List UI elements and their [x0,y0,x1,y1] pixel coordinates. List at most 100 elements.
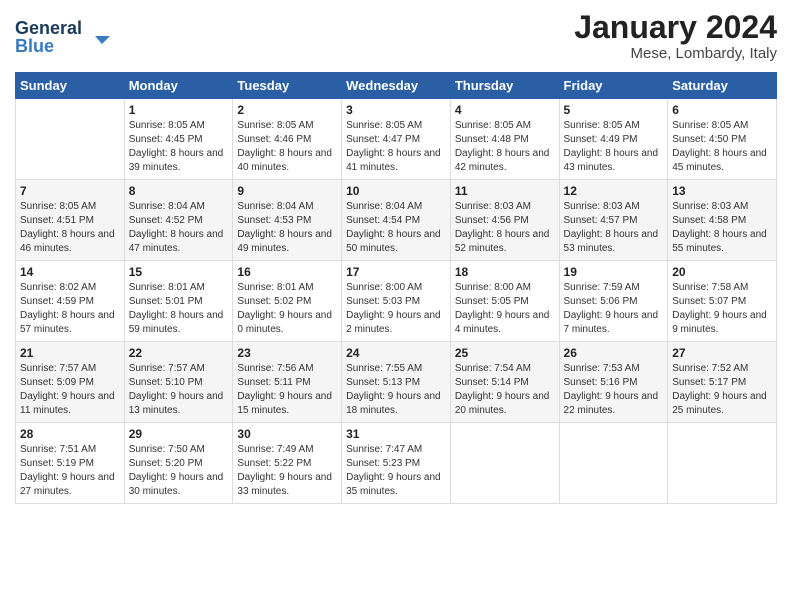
day-number: 18 [455,265,555,279]
calendar-cell-2-0: 14 Sunrise: 8:02 AMSunset: 4:59 PMDayligh… [16,261,125,342]
calendar-cell-0-5: 5Sunrise: 8:05 AMSunset: 4:49 PMDaylight… [559,99,668,180]
day-info: Sunrise: 7:50 AMSunset: 5:20 PMDaylight:… [129,443,229,499]
calendar-cell-1-6: 13 Sunrise: 8:03 AMSunset: 4:58 PMDayligh… [668,180,777,261]
calendar-cell-2-4: 18Sunrise: 8:00 AMSunset: 5:05 PMDayligh… [450,261,559,342]
day-info: Sunrise: 8:05 AMSunset: 4:47 PMDaylight:… [346,119,446,175]
day-number: 20 [672,265,772,279]
svg-text:General: General [15,18,82,38]
logo-text: General Blue [15,14,125,64]
day-info: Sunrise: 7:49 AMSunset: 5:22 PMDaylight:… [237,443,337,499]
day-info: Sunrise: 8:01 AMSunset: 5:01 PMDaylight:… [129,281,229,337]
day-number: 23 [237,346,337,360]
day-number: 14 [20,265,120,279]
day-number: 2 [237,103,337,117]
day-info: Sunrise: 7:55 AMSunset: 5:13 PMDaylight:… [346,362,446,418]
calendar-week-4: 28Sunrise: 7:51 AMSunset: 5:19 PMDayligh… [16,423,777,504]
page-header: General Blue January 2024 Mese, Lombardy… [15,10,777,64]
calendar-cell-1-0: 7 Sunrise: 8:05 AMSunset: 4:51 PMDaylight… [16,180,125,261]
calendar-cell-4-3: 31 Sunrise: 7:47 AMSunset: 5:23 PMDayligh… [342,423,451,504]
day-info: Sunrise: 8:01 AMSunset: 5:02 PMDaylight:… [237,281,337,337]
day-info: Sunrise: 7:57 AMSunset: 5:09 PMDaylight:… [20,362,120,418]
day-info: Sunrise: 8:05 AMSunset: 4:50 PMDaylight:… [672,119,772,175]
calendar-cell-3-0: 21 Sunrise: 7:57 AMSunset: 5:09 PMDayligh… [16,342,125,423]
calendar-week-1: 7 Sunrise: 8:05 AMSunset: 4:51 PMDaylight… [16,180,777,261]
day-info: Sunrise: 8:05 AMSunset: 4:46 PMDaylight:… [237,119,337,175]
day-info: Sunrise: 7:57 AMSunset: 5:10 PMDaylight:… [129,362,229,418]
calendar-cell-2-6: 20Sunrise: 7:58 AMSunset: 5:07 PMDayligh… [668,261,777,342]
header-thursday: Thursday [450,73,559,99]
calendar-week-3: 21 Sunrise: 7:57 AMSunset: 5:09 PMDayligh… [16,342,777,423]
day-info: Sunrise: 8:00 AMSunset: 5:03 PMDaylight:… [346,281,446,337]
calendar-cell-4-2: 30Sunrise: 7:49 AMSunset: 5:22 PMDayligh… [233,423,342,504]
day-info: Sunrise: 7:59 AMSunset: 5:06 PMDaylight:… [564,281,664,337]
day-info: Sunrise: 8:04 AMSunset: 4:54 PMDaylight:… [346,200,446,256]
calendar-cell-3-5: 26 Sunrise: 7:53 AMSunset: 5:16 PMDayligh… [559,342,668,423]
day-info: Sunrise: 7:53 AMSunset: 5:16 PMDaylight:… [564,362,664,418]
header-friday: Friday [559,73,668,99]
calendar-cell-4-0: 28Sunrise: 7:51 AMSunset: 5:19 PMDayligh… [16,423,125,504]
calendar-cell-1-1: 8Sunrise: 8:04 AMSunset: 4:52 PMDaylight… [124,180,233,261]
calendar-week-0: 1Sunrise: 8:05 AMSunset: 4:45 PMDaylight… [16,99,777,180]
day-number: 12 [564,184,664,198]
day-number: 13 [672,184,772,198]
day-number: 17 [346,265,446,279]
day-number: 19 [564,265,664,279]
day-info: Sunrise: 8:02 AMSunset: 4:59 PMDaylight:… [20,281,120,337]
day-number: 6 [672,103,772,117]
day-number: 16 [237,265,337,279]
day-info: Sunrise: 8:04 AMSunset: 4:52 PMDaylight:… [129,200,229,256]
calendar-cell-2-5: 19 Sunrise: 7:59 AMSunset: 5:06 PMDayligh… [559,261,668,342]
day-number: 25 [455,346,555,360]
day-number: 26 [564,346,664,360]
calendar-week-2: 14 Sunrise: 8:02 AMSunset: 4:59 PMDayligh… [16,261,777,342]
calendar-body: 1Sunrise: 8:05 AMSunset: 4:45 PMDaylight… [16,99,777,504]
calendar-cell-2-2: 16 Sunrise: 8:01 AMSunset: 5:02 PMDayligh… [233,261,342,342]
day-number: 21 [20,346,120,360]
calendar-table: Sunday Monday Tuesday Wednesday Thursday… [15,72,777,504]
day-number: 7 [20,184,120,198]
day-number: 31 [346,427,446,441]
day-number: 15 [129,265,229,279]
calendar-cell-0-1: 1Sunrise: 8:05 AMSunset: 4:45 PMDaylight… [124,99,233,180]
day-number: 5 [564,103,664,117]
day-info: Sunrise: 7:54 AMSunset: 5:14 PMDaylight:… [455,362,555,418]
calendar-cell-0-2: 2 Sunrise: 8:05 AMSunset: 4:46 PMDaylight… [233,99,342,180]
day-info: Sunrise: 8:03 AMSunset: 4:58 PMDaylight:… [672,200,772,256]
calendar-header: Sunday Monday Tuesday Wednesday Thursday… [16,73,777,99]
svg-text:Blue: Blue [15,36,54,56]
calendar-cell-3-4: 25 Sunrise: 7:54 AMSunset: 5:14 PMDayligh… [450,342,559,423]
day-info: Sunrise: 7:47 AMSunset: 5:23 PMDaylight:… [346,443,446,499]
calendar-cell-1-4: 11Sunrise: 8:03 AMSunset: 4:56 PMDayligh… [450,180,559,261]
logo: General Blue [15,14,125,64]
header-saturday: Saturday [668,73,777,99]
calendar-cell-3-3: 24Sunrise: 7:55 AMSunset: 5:13 PMDayligh… [342,342,451,423]
calendar-cell-3-1: 22Sunrise: 7:57 AMSunset: 5:10 PMDayligh… [124,342,233,423]
header-row: Sunday Monday Tuesday Wednesday Thursday… [16,73,777,99]
calendar-cell-2-3: 17 Sunrise: 8:00 AMSunset: 5:03 PMDayligh… [342,261,451,342]
day-info: Sunrise: 7:56 AMSunset: 5:11 PMDaylight:… [237,362,337,418]
day-info: Sunrise: 8:05 AMSunset: 4:51 PMDaylight:… [20,200,120,256]
calendar-cell-0-6: 6 Sunrise: 8:05 AMSunset: 4:50 PMDaylight… [668,99,777,180]
header-monday: Monday [124,73,233,99]
calendar-cell-4-6 [668,423,777,504]
day-info: Sunrise: 8:05 AMSunset: 4:48 PMDaylight:… [455,119,555,175]
day-info: Sunrise: 8:03 AMSunset: 4:56 PMDaylight:… [455,200,555,256]
calendar-cell-3-6: 27Sunrise: 7:52 AMSunset: 5:17 PMDayligh… [668,342,777,423]
day-info: Sunrise: 8:03 AMSunset: 4:57 PMDaylight:… [564,200,664,256]
calendar-cell-1-5: 12 Sunrise: 8:03 AMSunset: 4:57 PMDayligh… [559,180,668,261]
day-number: 1 [129,103,229,117]
calendar-cell-1-2: 9Sunrise: 8:04 AMSunset: 4:53 PMDaylight… [233,180,342,261]
title-area: January 2024 Mese, Lombardy, Italy [574,10,777,62]
header-tuesday: Tuesday [233,73,342,99]
calendar-cell-0-3: 3 Sunrise: 8:05 AMSunset: 4:47 PMDaylight… [342,99,451,180]
header-wednesday: Wednesday [342,73,451,99]
calendar-cell-2-1: 15 Sunrise: 8:01 AMSunset: 5:01 PMDayligh… [124,261,233,342]
day-info: Sunrise: 8:04 AMSunset: 4:53 PMDaylight:… [237,200,337,256]
page-container: General Blue January 2024 Mese, Lombardy… [0,0,792,514]
day-number: 10 [346,184,446,198]
day-number: 3 [346,103,446,117]
calendar-cell-0-0 [16,99,125,180]
day-info: Sunrise: 7:52 AMSunset: 5:17 PMDaylight:… [672,362,772,418]
month-title: January 2024 [574,10,777,45]
header-sunday: Sunday [16,73,125,99]
